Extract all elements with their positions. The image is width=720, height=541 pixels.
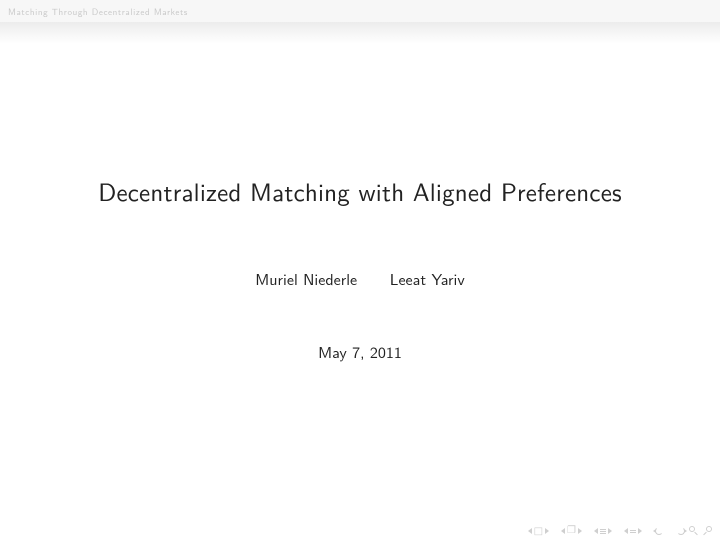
search-next-icon: [702, 526, 712, 536]
search-icon: [689, 526, 699, 536]
header-shadow: [0, 22, 720, 44]
date-block: May 7, 2011: [0, 340, 720, 363]
nav-frame-group[interactable]: □: [528, 526, 549, 536]
triangle-right-icon: [638, 528, 642, 534]
slide-date: May 7, 2011: [0, 340, 720, 363]
triangle-left-icon: [624, 528, 628, 534]
section-icon: ❐: [567, 526, 576, 536]
nav-section-group[interactable]: ❐: [561, 526, 582, 536]
triangle-left-icon: [528, 528, 532, 534]
authors-line: Muriel Niederle Leeat Yariv: [0, 267, 720, 290]
beamer-nav-bar: □ ❐: [528, 526, 712, 536]
nav-search-group[interactable]: [676, 526, 712, 536]
slide-alt-icon: [630, 530, 636, 533]
undo-icon: [676, 526, 686, 536]
author-2: Leeat Yariv: [390, 267, 465, 290]
triangle-right-icon: [578, 528, 582, 534]
header-section-title: Matching Through Decentralized Markets: [8, 5, 188, 18]
nav-subsection-group[interactable]: [594, 528, 612, 534]
slide-icon: [600, 529, 606, 534]
frame-icon: □: [534, 526, 543, 536]
triangle-left-icon: [561, 528, 565, 534]
triangle-left-icon: [594, 528, 598, 534]
nav-back-forward-group[interactable]: [654, 526, 664, 536]
triangle-right-icon: [545, 528, 549, 534]
author-1: Muriel Niederle: [255, 267, 357, 290]
slide-title: Decentralized Matching with Aligned Pref…: [0, 172, 720, 209]
nav-appendix-group[interactable]: [624, 528, 642, 534]
authors-block: Muriel Niederle Leeat Yariv: [0, 267, 720, 290]
beamer-header: Matching Through Decentralized Markets: [0, 0, 720, 22]
triangle-right-icon: [608, 528, 612, 534]
title-block: Decentralized Matching with Aligned Pref…: [0, 172, 720, 209]
back-icon: [654, 526, 664, 536]
